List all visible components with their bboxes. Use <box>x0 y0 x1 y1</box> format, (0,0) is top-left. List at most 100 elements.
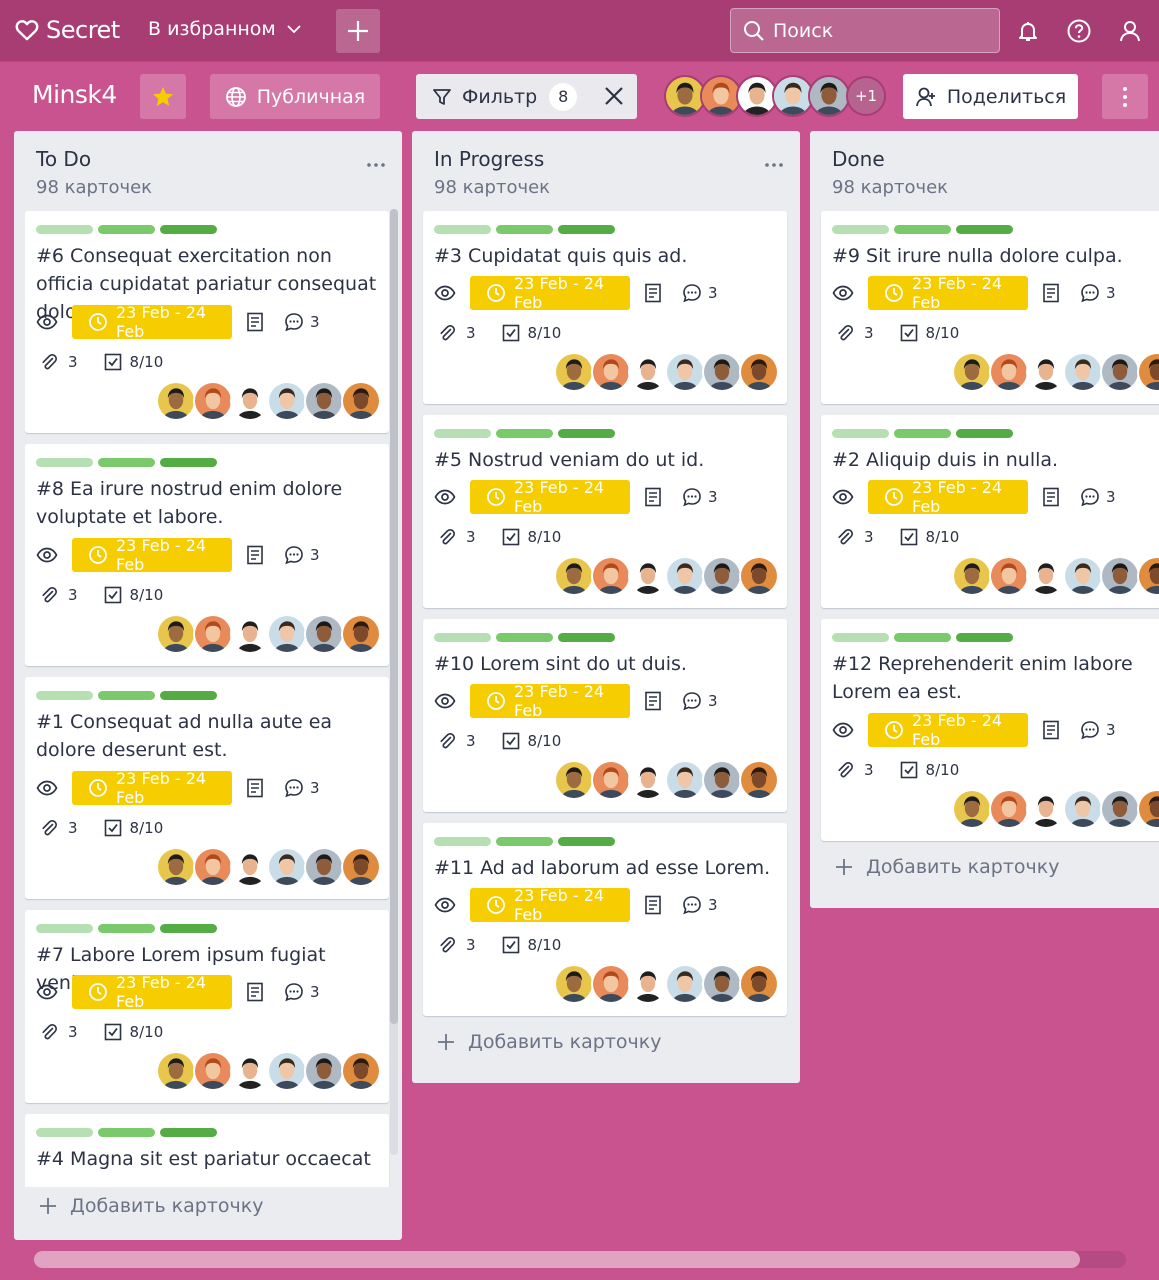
star-board-button[interactable] <box>140 74 186 119</box>
avatar[interactable] <box>952 556 992 596</box>
avatar[interactable] <box>591 556 631 596</box>
board-members[interactable]: +1 <box>664 75 886 117</box>
comments-indicator[interactable]: 3 <box>682 487 718 507</box>
avatar[interactable] <box>304 1051 344 1091</box>
search-box[interactable] <box>730 8 1000 53</box>
card-label[interactable] <box>894 633 951 642</box>
avatar[interactable] <box>702 352 742 392</box>
task-card[interactable]: #7 Labore Lorem ipsum fugiat veniam.23 F… <box>25 910 389 1103</box>
avatar[interactable] <box>591 352 631 392</box>
add-card-button[interactable]: Добавить карточку <box>436 1031 662 1053</box>
card-label[interactable] <box>160 458 217 467</box>
watch-icon[interactable] <box>36 314 62 330</box>
add-card-button[interactable]: Добавить карточку <box>38 1195 264 1217</box>
avatar[interactable] <box>702 556 742 596</box>
avatar[interactable] <box>304 847 344 887</box>
card-members[interactable] <box>554 760 779 800</box>
avatar[interactable] <box>341 381 381 421</box>
card-title[interactable]: #11 Ad ad laborum ad esse Lorem. <box>434 854 777 882</box>
avatar[interactable] <box>267 381 307 421</box>
avatar[interactable] <box>230 381 270 421</box>
avatar[interactable] <box>554 352 594 392</box>
more-members-badge[interactable]: +1 <box>846 76 886 116</box>
due-date-badge[interactable]: 23 Feb - 24 Feb <box>470 274 630 312</box>
card-label[interactable] <box>496 225 553 234</box>
due-date-badge[interactable]: 23 Feb - 24 Feb <box>868 711 1028 749</box>
due-date-badge[interactable]: 23 Feb - 24 Feb <box>72 973 232 1011</box>
profile-button[interactable] <box>1115 16 1145 46</box>
card-title[interactable]: #12 Reprehenderit enim labore Lorem ea e… <box>832 650 1159 706</box>
avatar[interactable] <box>665 556 705 596</box>
avatar[interactable] <box>739 964 779 1004</box>
avatar[interactable] <box>1100 556 1140 596</box>
card-members[interactable] <box>156 1051 381 1091</box>
create-button[interactable] <box>336 9 380 53</box>
card-members[interactable] <box>156 381 381 421</box>
comments-indicator[interactable]: 3 <box>1080 487 1116 507</box>
share-button[interactable]: Поделиться <box>903 74 1078 119</box>
comments-indicator[interactable]: 3 <box>284 545 320 565</box>
card-label[interactable] <box>98 691 155 700</box>
avatar[interactable] <box>156 614 196 654</box>
card-title[interactable]: #5 Nostrud veniam do ut id. <box>434 446 777 474</box>
column-menu-button[interactable] <box>764 153 784 172</box>
card-label[interactable] <box>98 225 155 234</box>
avatar[interactable] <box>230 614 270 654</box>
comments-indicator[interactable]: 3 <box>682 283 718 303</box>
card-title[interactable]: #1 Consequat ad nulla aute ea dolore des… <box>36 708 379 764</box>
add-card-button[interactable]: Добавить карточку <box>834 856 1060 878</box>
due-date-badge[interactable]: 23 Feb - 24 Feb <box>72 769 232 807</box>
avatar[interactable] <box>739 760 779 800</box>
card-title[interactable]: #9 Sit irure nulla dolore culpa. <box>832 242 1159 270</box>
avatar[interactable] <box>665 964 705 1004</box>
avatar[interactable] <box>1137 789 1159 829</box>
column-title[interactable]: To Do <box>36 147 91 171</box>
column-title[interactable]: Done <box>832 147 885 171</box>
card-label[interactable] <box>160 225 217 234</box>
avatar[interactable] <box>1063 556 1103 596</box>
avatar[interactable] <box>193 847 233 887</box>
avatar[interactable] <box>702 964 742 1004</box>
card-label[interactable] <box>36 691 93 700</box>
visibility-button[interactable]: Публичная <box>210 74 380 119</box>
avatar[interactable] <box>739 352 779 392</box>
avatar[interactable] <box>989 556 1029 596</box>
task-card[interactable]: #3 Cupidatat quis quis ad. 23 Feb - 24 Fe… <box>423 211 787 404</box>
avatar[interactable] <box>554 760 594 800</box>
card-label[interactable] <box>894 225 951 234</box>
card-label[interactable] <box>956 225 1013 234</box>
task-card[interactable]: #11 Ad ad laborum ad esse Lorem. 23 Feb -… <box>423 823 787 1016</box>
avatar[interactable] <box>1063 789 1103 829</box>
card-label[interactable] <box>36 924 93 933</box>
card-label[interactable] <box>36 458 93 467</box>
card-label[interactable] <box>956 429 1013 438</box>
card-label[interactable] <box>496 429 553 438</box>
task-card[interactable]: #5 Nostrud veniam do ut id. 23 Feb - 24 F… <box>423 415 787 608</box>
avatar[interactable] <box>554 556 594 596</box>
column-scrollbar[interactable] <box>390 209 398 1155</box>
card-label[interactable] <box>434 633 491 642</box>
card-members[interactable] <box>952 352 1159 392</box>
filter-button[interactable]: Фильтр 8 <box>416 74 637 119</box>
avatar[interactable] <box>739 556 779 596</box>
avatar[interactable] <box>341 847 381 887</box>
card-members[interactable] <box>156 847 381 887</box>
card-label[interactable] <box>496 837 553 846</box>
avatar[interactable] <box>952 352 992 392</box>
avatar[interactable] <box>230 1051 270 1091</box>
favorites-dropdown[interactable]: В избранном <box>148 18 302 40</box>
card-label[interactable] <box>496 633 553 642</box>
watch-icon[interactable] <box>36 984 62 1000</box>
due-date-badge[interactable]: 23 Feb - 24 Feb <box>470 682 630 720</box>
due-date-badge[interactable]: 23 Feb - 24 Feb <box>470 886 630 924</box>
avatar[interactable] <box>341 1051 381 1091</box>
due-date-badge[interactable]: 23 Feb - 24 Feb <box>868 274 1028 312</box>
card-label[interactable] <box>434 429 491 438</box>
avatar[interactable] <box>1137 556 1159 596</box>
card-label[interactable] <box>832 429 889 438</box>
card-label[interactable] <box>956 633 1013 642</box>
avatar[interactable] <box>591 760 631 800</box>
card-label[interactable] <box>894 429 951 438</box>
card-title[interactable]: #4 Magna sit est pariatur occaecat <box>36 1145 379 1173</box>
due-date-badge[interactable]: 23 Feb - 24 Feb <box>72 303 232 341</box>
